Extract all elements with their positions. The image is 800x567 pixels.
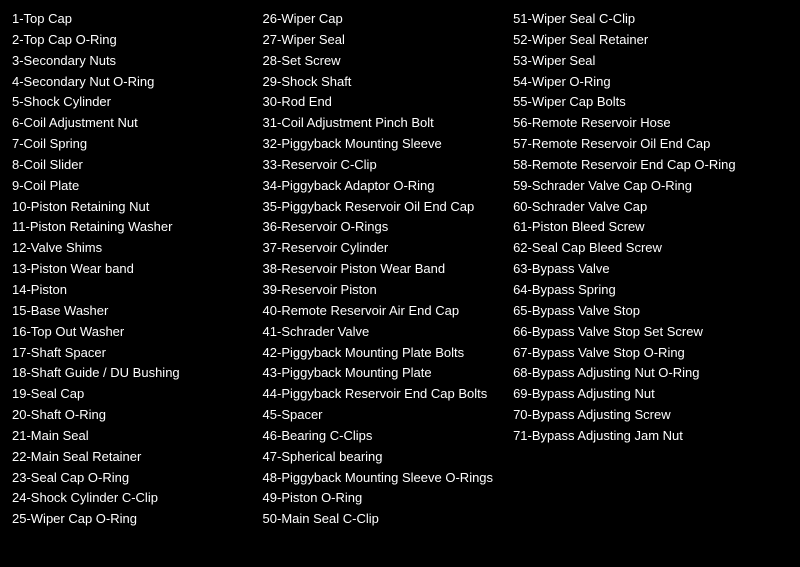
- list-item: 49-Piston O-Ring: [263, 489, 506, 508]
- list-item: 43-Piggyback Mounting Plate: [263, 364, 506, 383]
- list-item: 11-Piston Retaining Washer: [12, 218, 255, 237]
- list-item: 27-Wiper Seal: [263, 31, 506, 50]
- list-item: 29-Shock Shaft: [263, 73, 506, 92]
- list-item: 24-Shock Cylinder C-Clip: [12, 489, 255, 508]
- list-item: 53-Wiper Seal: [513, 52, 788, 71]
- list-item: 13-Piston Wear band: [12, 260, 255, 279]
- list-item: 31-Coil Adjustment Pinch Bolt: [263, 114, 506, 133]
- list-item: 6-Coil Adjustment Nut: [12, 114, 255, 133]
- list-item: 65-Bypass Valve Stop: [513, 302, 788, 321]
- list-item: 41-Schrader Valve: [263, 323, 506, 342]
- list-item: 68-Bypass Adjusting Nut O-Ring: [513, 364, 788, 383]
- list-item: 47-Spherical bearing: [263, 448, 506, 467]
- list-item: 54-Wiper O-Ring: [513, 73, 788, 92]
- list-item: 46-Bearing C-Clips: [263, 427, 506, 446]
- list-item: 58-Remote Reservoir End Cap O-Ring: [513, 156, 788, 175]
- list-item: 44-Piggyback Reservoir End Cap Bolts: [263, 385, 506, 404]
- list-item: 60-Schrader Valve Cap: [513, 198, 788, 217]
- list-item: 1-Top Cap: [12, 10, 255, 29]
- column-2: 26-Wiper Cap 27-Wiper Seal 28-Set Screw 29-…: [263, 10, 514, 529]
- list-item: 39-Reservoir Piston: [263, 281, 506, 300]
- list-item: 21-Main Seal: [12, 427, 255, 446]
- list-item: 63-Bypass Valve: [513, 260, 788, 279]
- list-item: 67-Bypass Valve Stop O-Ring: [513, 344, 788, 363]
- list-item: 16-Top Out Washer: [12, 323, 255, 342]
- list-item: 42-Piggyback Mounting Plate Bolts: [263, 344, 506, 363]
- list-item: 57-Remote Reservoir Oil End Cap: [513, 135, 788, 154]
- list-item: 52-Wiper Seal Retainer: [513, 31, 788, 50]
- list-item: 55-Wiper Cap Bolts: [513, 93, 788, 112]
- list-item: 66-Bypass Valve Stop Set Screw: [513, 323, 788, 342]
- list-item: 8-Coil Slider: [12, 156, 255, 175]
- list-item: 5-Shock Cylinder: [12, 93, 255, 112]
- list-item: 62-Seal Cap Bleed Screw: [513, 239, 788, 258]
- list-item: 64-Bypass Spring: [513, 281, 788, 300]
- list-item: 40-Remote Reservoir Air End Cap: [263, 302, 506, 321]
- list-item: 9-Coil Plate: [12, 177, 255, 196]
- list-item: 19-Seal Cap: [12, 385, 255, 404]
- list-item: 71-Bypass Adjusting Jam Nut: [513, 427, 788, 446]
- list-item: 56-Remote Reservoir Hose: [513, 114, 788, 133]
- list-item: 59-Schrader Valve Cap O-Ring: [513, 177, 788, 196]
- column-3: 51-Wiper Seal C-Clip 52-Wiper Seal Retain…: [513, 10, 788, 529]
- list-item: 3-Secondary Nuts: [12, 52, 255, 71]
- list-item: 45-Spacer: [263, 406, 506, 425]
- list-item: 4-Secondary Nut O-Ring: [12, 73, 255, 92]
- list-item: 50-Main Seal C-Clip: [263, 510, 506, 529]
- list-item: 36-Reservoir O-Rings: [263, 218, 506, 237]
- list-item: 18-Shaft Guide / DU Bushing: [12, 364, 255, 383]
- list-item: 22-Main Seal Retainer: [12, 448, 255, 467]
- list-item: 69-Bypass Adjusting Nut: [513, 385, 788, 404]
- list-item: 12-Valve Shims: [12, 239, 255, 258]
- column-1: 1-Top Cap 2-Top Cap O-Ring 3-Secondary Nut…: [12, 10, 263, 529]
- list-item: 7-Coil Spring: [12, 135, 255, 154]
- list-item: 20-Shaft O-Ring: [12, 406, 255, 425]
- list-item: 23-Seal Cap O-Ring: [12, 469, 255, 488]
- list-item: 48-Piggyback Mounting Sleeve O-Rings: [263, 469, 506, 488]
- list-item: 33-Reservoir C-Clip: [263, 156, 506, 175]
- list-item: 34-Piggyback Adaptor O-Ring: [263, 177, 506, 196]
- list-item: 37-Reservoir Cylinder: [263, 239, 506, 258]
- list-item: 17-Shaft Spacer: [12, 344, 255, 363]
- parts-list: 1-Top Cap 2-Top Cap O-Ring 3-Secondary Nut…: [12, 10, 788, 529]
- list-item: 51-Wiper Seal C-Clip: [513, 10, 788, 29]
- list-item: 70-Bypass Adjusting Screw: [513, 406, 788, 425]
- list-item: 61-Piston Bleed Screw: [513, 218, 788, 237]
- list-item: 38-Reservoir Piston Wear Band: [263, 260, 506, 279]
- list-item: 15-Base Washer: [12, 302, 255, 321]
- list-item: 35-Piggyback Reservoir Oil End Cap: [263, 198, 506, 217]
- list-item: 14-Piston: [12, 281, 255, 300]
- list-item: 10-Piston Retaining Nut: [12, 198, 255, 217]
- list-item: 2-Top Cap O-Ring: [12, 31, 255, 50]
- list-item: 26-Wiper Cap: [263, 10, 506, 29]
- list-item: 30-Rod End: [263, 93, 506, 112]
- list-item: 28-Set Screw: [263, 52, 506, 71]
- list-item: 32-Piggyback Mounting Sleeve: [263, 135, 506, 154]
- list-item: 25-Wiper Cap O-Ring: [12, 510, 255, 529]
